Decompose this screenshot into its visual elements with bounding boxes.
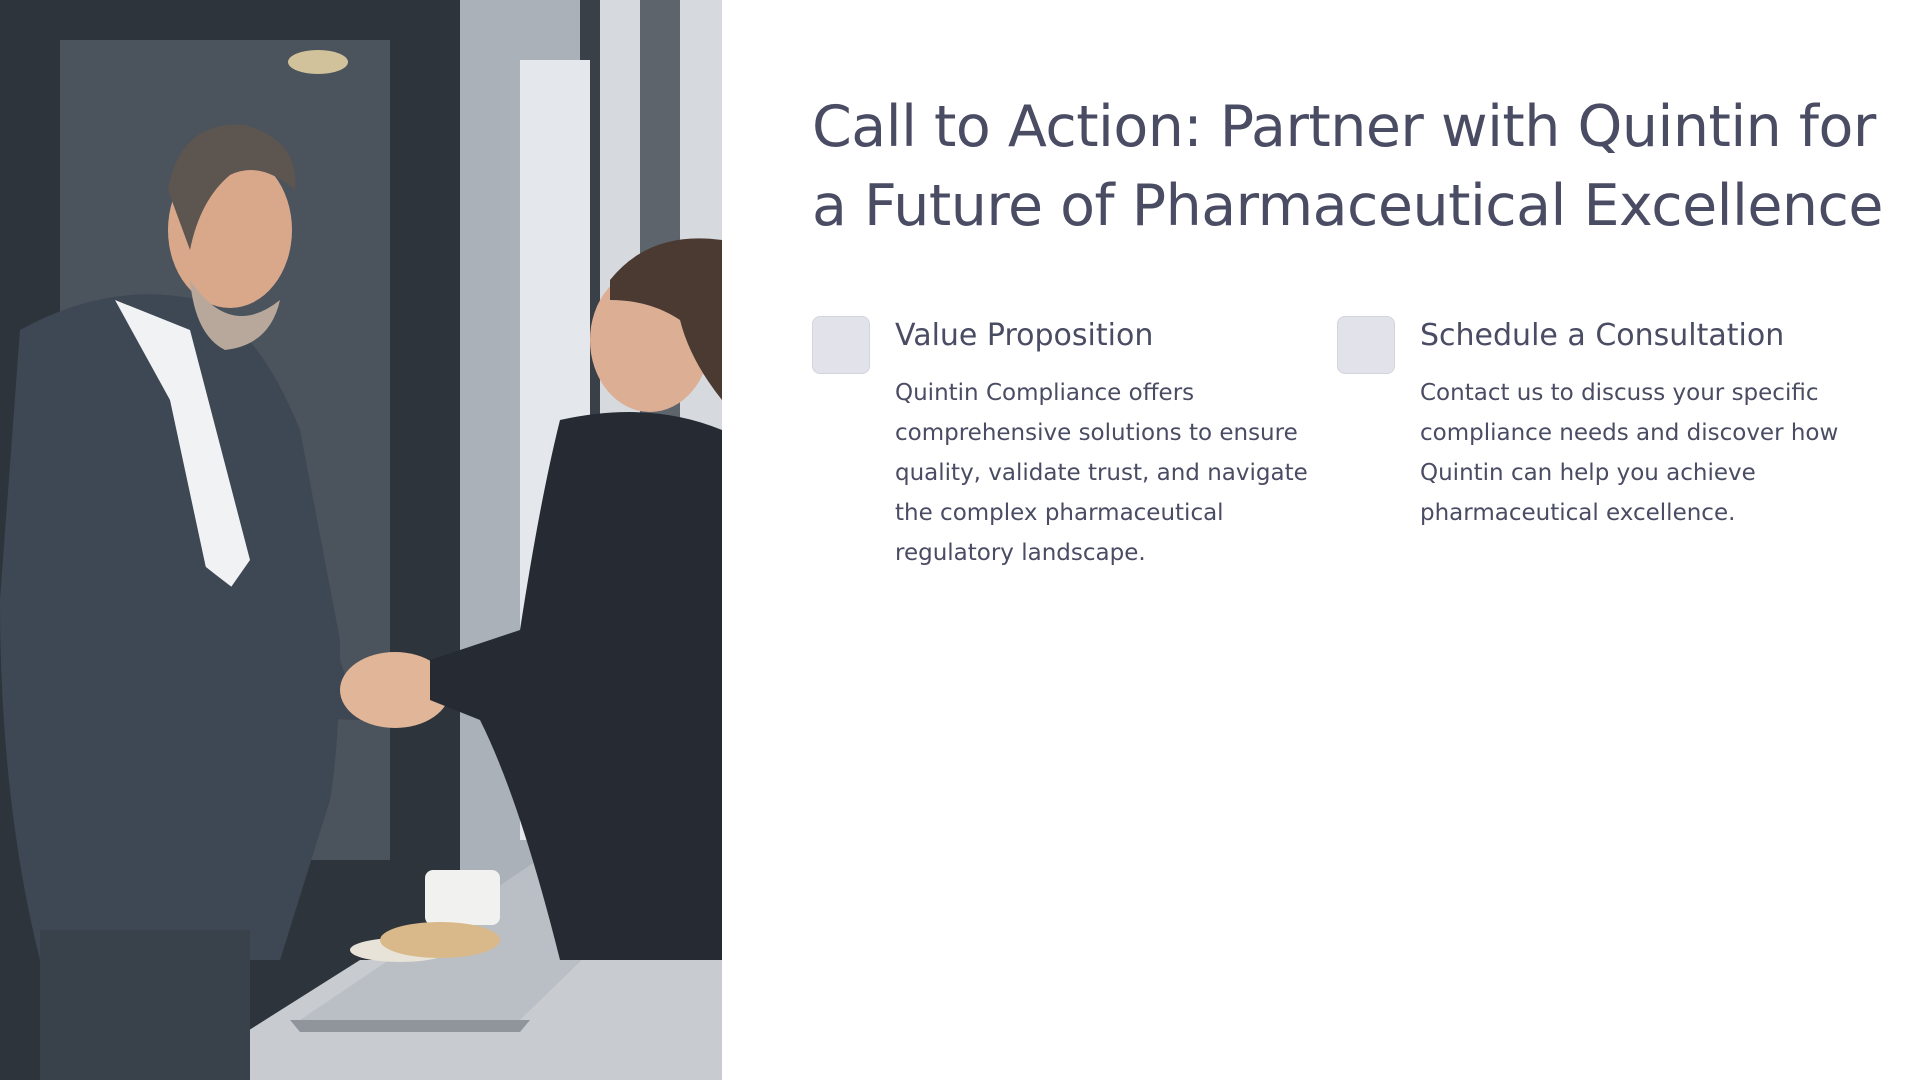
card-body: Schedule a Consultation Contact us to di…: [1420, 316, 1840, 573]
card-text: Contact us to discuss your specific comp…: [1420, 380, 1839, 526]
cards-row: Value Proposition Quintin Compliance off…: [812, 316, 1892, 573]
handshake-photo: [0, 0, 722, 1080]
card-schedule-consultation: Schedule a Consultation Contact us to di…: [1337, 316, 1862, 573]
page-title: Call to Action: Partner with Quintin for…: [812, 94, 1883, 239]
content-panel: Call to Action: Partner with Quintin for…: [722, 0, 1920, 1080]
card-text: Quintin Compliance offers comprehensive …: [895, 380, 1308, 566]
placeholder-square-icon: [1337, 316, 1395, 374]
handshake-illustration: [0, 0, 722, 1080]
card-heading: Schedule a Consultation: [1420, 318, 1785, 353]
card-body: Value Proposition Quintin Compliance off…: [895, 316, 1315, 573]
slide: Call to Action: Partner with Quintin for…: [0, 0, 1920, 1080]
card-heading: Value Proposition: [895, 318, 1154, 353]
card-value-proposition: Value Proposition Quintin Compliance off…: [812, 316, 1337, 573]
placeholder-square-icon: [812, 316, 870, 374]
